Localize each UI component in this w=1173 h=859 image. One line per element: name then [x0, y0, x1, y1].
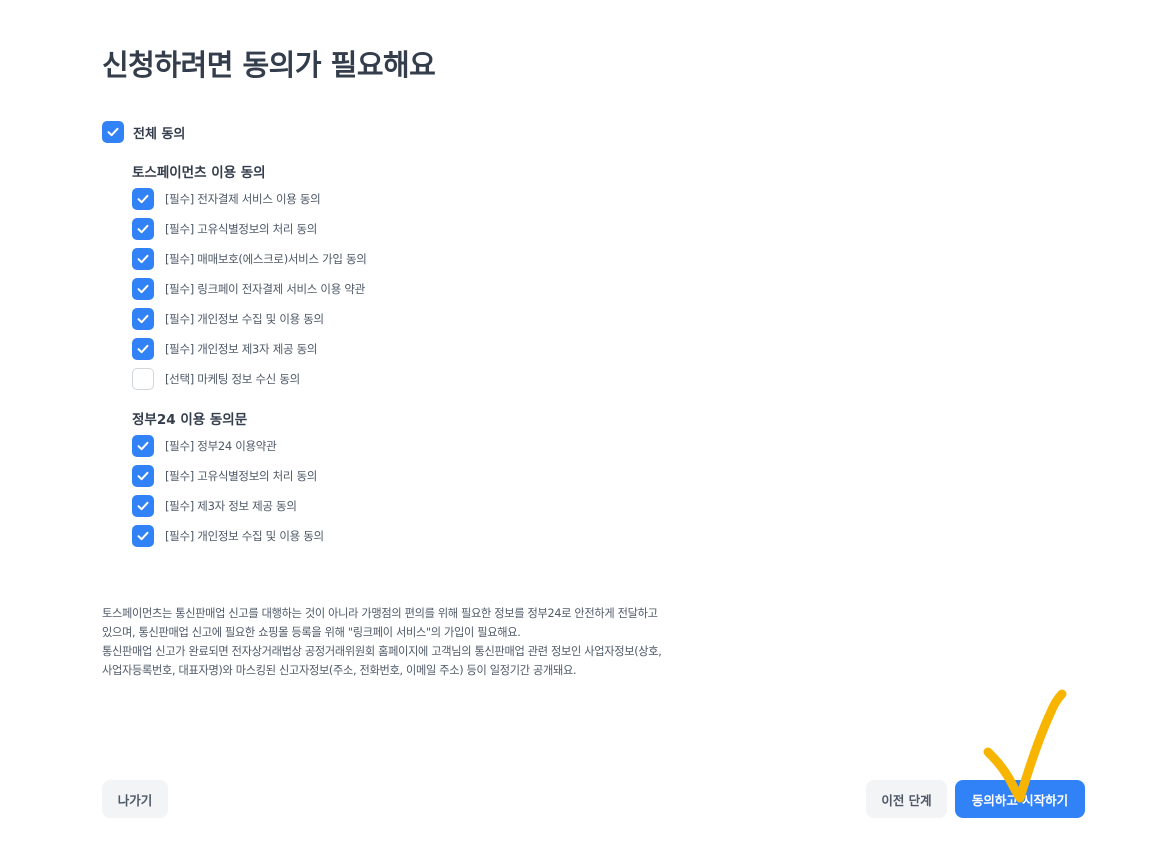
check-icon	[137, 284, 149, 294]
check-icon	[137, 501, 149, 511]
agreement-item[interactable]: [필수] 개인정보 수집 및 이용 동의	[132, 308, 324, 330]
all-agree-checkbox[interactable]	[102, 121, 124, 143]
agreement-checkbox[interactable]	[132, 338, 154, 360]
notice-line: 있으며, 통신판매업 신고에 필요한 쇼핑몰 등록을 위해 "링크페이 서비스"…	[102, 626, 521, 639]
section-title-tosspayments: 토스페이먼츠 이용 동의	[132, 165, 266, 181]
notice-line: 토스페이먼츠는 통신판매업 신고를 대행하는 것이 아니라 가맹점의 편의를 위…	[102, 607, 658, 620]
page-title: 신청하려면 동의가 필요해요	[102, 48, 436, 82]
agreement-label: [필수] 개인정보 수집 및 이용 동의	[165, 529, 324, 543]
agreement-item[interactable]: [필수] 개인정보 제3자 제공 동의	[132, 338, 317, 360]
agreement-item[interactable]: [선택] 마케팅 정보 수신 동의	[132, 368, 300, 390]
agreement-label: [필수] 매매보호(에스크로)서비스 가입 동의	[165, 252, 367, 266]
agreement-checkbox[interactable]	[132, 218, 154, 240]
agreement-checkbox[interactable]	[132, 248, 154, 270]
agreement-item[interactable]: [필수] 링크페이 전자결제 서비스 이용 약관	[132, 278, 365, 300]
check-icon	[137, 441, 149, 451]
check-icon	[137, 344, 149, 354]
agreement-item[interactable]: [필수] 고유식별정보의 처리 동의	[132, 218, 317, 240]
agreement-checkbox[interactable]	[132, 308, 154, 330]
agreement-checkbox[interactable]	[132, 525, 154, 547]
agreement-label: [필수] 링크페이 전자결제 서비스 이용 약관	[165, 282, 365, 296]
check-icon	[137, 194, 149, 204]
exit-button[interactable]: 나가기	[102, 780, 168, 818]
agreement-label: [필수] 정부24 이용약관	[165, 439, 277, 453]
check-icon	[137, 224, 149, 234]
agreement-label: [필수] 제3자 정보 제공 동의	[165, 499, 297, 513]
agreement-label: [필수] 개인정보 수집 및 이용 동의	[165, 312, 324, 326]
agreement-label: [선택] 마케팅 정보 수신 동의	[165, 372, 300, 386]
check-icon	[137, 531, 149, 541]
agreement-label: [필수] 고유식별정보의 처리 동의	[165, 469, 318, 483]
agreement-item[interactable]: [필수] 매매보호(에스크로)서비스 가입 동의	[132, 248, 367, 270]
agreement-item[interactable]: [필수] 개인정보 수집 및 이용 동의	[132, 525, 324, 547]
previous-step-button[interactable]: 이전 단계	[866, 780, 947, 818]
agreement-checkbox[interactable]	[132, 435, 154, 457]
agreement-checkbox[interactable]	[132, 495, 154, 517]
notice-line: 사업자등록번호, 대표자명)와 마스킹된 신고자정보(주소, 전화번호, 이메일…	[102, 664, 577, 677]
agreement-checkbox[interactable]	[132, 188, 154, 210]
section-title-gov24: 정부24 이용 동의문	[132, 412, 248, 428]
agreement-checkbox[interactable]	[132, 465, 154, 487]
agree-and-start-button[interactable]: 동의하고 시작하기	[955, 780, 1085, 818]
all-agree-label: 전체 동의	[133, 126, 186, 142]
agreement-label: [필수] 개인정보 제3자 제공 동의	[165, 342, 318, 356]
check-icon	[137, 471, 149, 481]
agreement-checkbox-unchecked[interactable]	[132, 368, 154, 390]
all-agree-row[interactable]: 전체 동의	[102, 121, 185, 143]
check-icon	[107, 127, 119, 137]
agreement-item[interactable]: [필수] 정부24 이용약관	[132, 435, 277, 457]
agreement-checkbox[interactable]	[132, 278, 154, 300]
agreement-item[interactable]: [필수] 고유식별정보의 처리 동의	[132, 465, 317, 487]
notice-text: 토스페이먼츠는 통신판매업 신고를 대행하는 것이 아니라 가맹점의 편의를 위…	[102, 604, 702, 680]
agreement-item[interactable]: [필수] 제3자 정보 제공 동의	[132, 495, 297, 517]
agreement-label: [필수] 고유식별정보의 처리 동의	[165, 222, 318, 236]
check-icon	[137, 254, 149, 264]
notice-line: 통신판매업 신고가 완료되면 전자상거래법상 공정거래위원회 홈페이지에 고객님…	[102, 645, 662, 658]
check-icon	[137, 314, 149, 324]
agreement-item[interactable]: [필수] 전자결제 서비스 이용 동의	[132, 188, 321, 210]
agreement-label: [필수] 전자결제 서비스 이용 동의	[165, 192, 321, 206]
